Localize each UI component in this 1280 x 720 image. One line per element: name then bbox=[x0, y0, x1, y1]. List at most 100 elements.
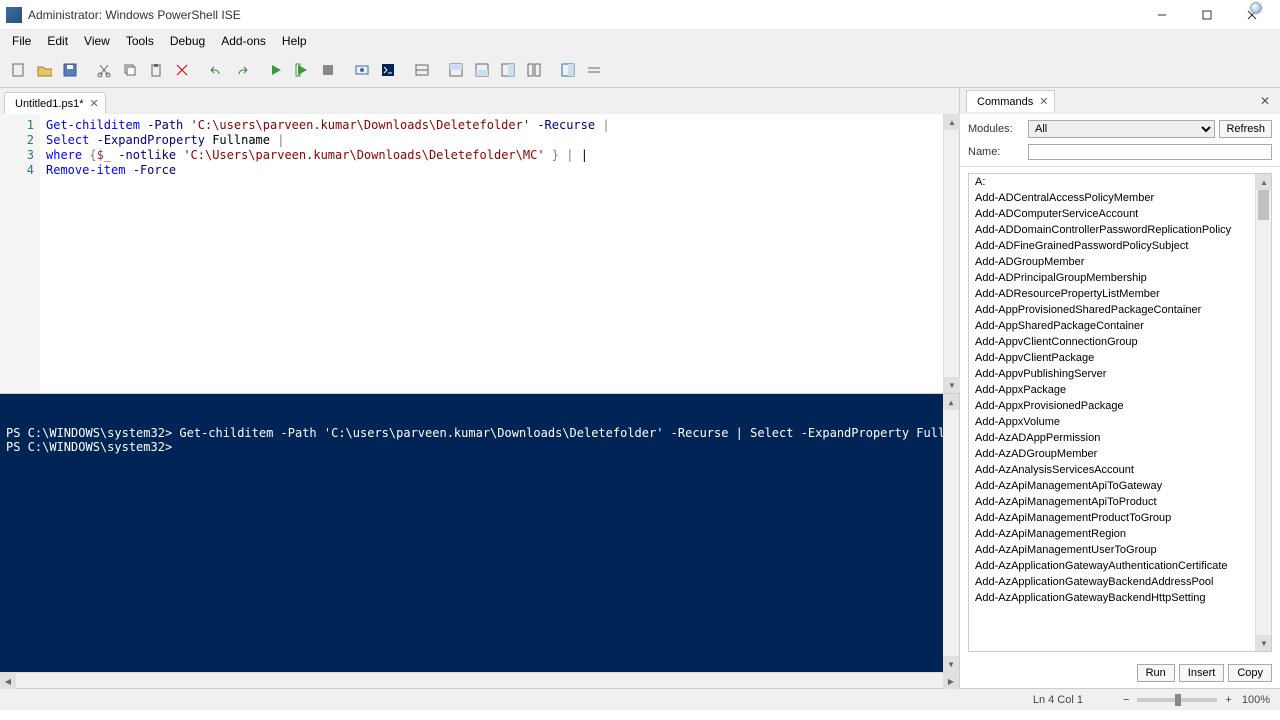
commands-addon-button[interactable] bbox=[556, 58, 580, 82]
run-button[interactable]: Run bbox=[1137, 664, 1175, 682]
commands-tab-close-icon[interactable]: ✕ bbox=[1039, 95, 1048, 108]
menu-file[interactable]: File bbox=[4, 32, 39, 50]
horizontal-scrollbar[interactable]: ◀ ▶ bbox=[0, 672, 959, 688]
command-item[interactable]: Add-AppvPublishingServer bbox=[969, 366, 1255, 382]
commands-tab-label: Commands bbox=[977, 96, 1033, 108]
command-item[interactable]: Add-ADCentralAccessPolicyMember bbox=[969, 190, 1255, 206]
menu-debug[interactable]: Debug bbox=[162, 32, 213, 50]
command-item[interactable]: Add-ADResourcePropertyListMember bbox=[969, 286, 1255, 302]
menu-add-ons[interactable]: Add-ons bbox=[213, 32, 274, 50]
command-item[interactable]: Add-AppvClientPackage bbox=[969, 350, 1255, 366]
run-script-button[interactable] bbox=[264, 58, 288, 82]
command-item[interactable]: Add-AppxProvisionedPackage bbox=[969, 398, 1255, 414]
stop-button[interactable] bbox=[316, 58, 340, 82]
command-item[interactable]: Add-AzApiManagementRegion bbox=[969, 526, 1255, 542]
code-editor[interactable]: Get-childitem -Path 'C:\users\parveen.ku… bbox=[40, 114, 943, 393]
editor-tabs: Untitled1.ps1* ✕ bbox=[0, 88, 959, 114]
command-item[interactable]: Add-AzApiManagementApiToGateway bbox=[969, 478, 1255, 494]
start-powershell-button[interactable] bbox=[376, 58, 400, 82]
command-item[interactable]: Add-AzApiManagementProductToGroup bbox=[969, 510, 1255, 526]
editor-tab[interactable]: Untitled1.ps1* ✕ bbox=[4, 92, 106, 114]
name-input[interactable] bbox=[1028, 144, 1272, 160]
copy-button[interactable]: Copy bbox=[1228, 664, 1272, 682]
modules-select[interactable]: All bbox=[1028, 120, 1215, 138]
show-console-button[interactable] bbox=[470, 58, 494, 82]
editor-vertical-scrollbar[interactable]: ▲ ▼ bbox=[943, 114, 959, 393]
run-selection-button[interactable] bbox=[290, 58, 314, 82]
scroll-down-icon[interactable]: ▼ bbox=[944, 377, 960, 393]
menu-help[interactable]: Help bbox=[274, 32, 315, 50]
tab-close-icon[interactable]: ✕ bbox=[90, 97, 99, 110]
remote-button[interactable] bbox=[350, 58, 374, 82]
scroll-up-icon[interactable]: ▲ bbox=[1256, 174, 1272, 190]
show-script-button[interactable] bbox=[444, 58, 468, 82]
cursor-position: Ln 4 Col 1 bbox=[1033, 694, 1083, 706]
command-item[interactable]: Add-AppxPackage bbox=[969, 382, 1255, 398]
save-file-button[interactable] bbox=[58, 58, 82, 82]
commands-panel: Commands ✕ ✕ Modules: All Refresh Name: … bbox=[960, 88, 1280, 688]
name-label: Name: bbox=[968, 146, 1024, 158]
command-item[interactable]: Add-AzApiManagementApiToProduct bbox=[969, 494, 1255, 510]
open-file-button[interactable] bbox=[32, 58, 56, 82]
command-item[interactable]: Add-ADGroupMember bbox=[969, 254, 1255, 270]
zoom-plus-icon[interactable]: + bbox=[1225, 694, 1231, 706]
zoom-slider[interactable] bbox=[1137, 698, 1217, 702]
split-toggle-icon[interactable] bbox=[1250, 2, 1262, 14]
tab-label: Untitled1.ps1* bbox=[15, 98, 84, 110]
app-icon bbox=[6, 7, 22, 23]
commands-scrollbar[interactable]: ▲ ▼ bbox=[1255, 174, 1271, 651]
statusbar: Ln 4 Col 1 − + 100% bbox=[0, 688, 1280, 710]
insert-button[interactable]: Insert bbox=[1179, 664, 1225, 682]
command-item[interactable]: Add-AppSharedPackageContainer bbox=[969, 318, 1255, 334]
paste-button[interactable] bbox=[144, 58, 168, 82]
scroll-right-icon[interactable]: ▶ bbox=[943, 673, 959, 689]
toggle-outlining-button[interactable] bbox=[410, 58, 434, 82]
command-item[interactable]: Add-AzApplicationGatewayAuthenticationCe… bbox=[969, 558, 1255, 574]
command-item[interactable]: Add-ADComputerServiceAccount bbox=[969, 206, 1255, 222]
zoom-minus-icon[interactable]: − bbox=[1123, 694, 1129, 706]
scrollbar-thumb[interactable] bbox=[1258, 190, 1269, 220]
commands-tab[interactable]: Commands ✕ bbox=[966, 90, 1055, 112]
scroll-down-icon[interactable]: ▼ bbox=[943, 656, 959, 672]
titlebar: Administrator: Windows PowerShell ISE bbox=[0, 0, 1280, 30]
command-item[interactable]: Add-AppxVolume bbox=[969, 414, 1255, 430]
commands-list: A:Add-ADCentralAccessPolicyMemberAdd-ADC… bbox=[968, 173, 1272, 652]
redo-button[interactable] bbox=[230, 58, 254, 82]
undo-button[interactable] bbox=[204, 58, 228, 82]
sync-button[interactable] bbox=[522, 58, 546, 82]
refresh-button[interactable]: Refresh bbox=[1219, 120, 1272, 138]
command-item[interactable]: Add-AzAnalysisServicesAccount bbox=[969, 462, 1255, 478]
command-item[interactable]: Add-AzApplicationGatewayBackendHttpSetti… bbox=[969, 590, 1255, 606]
menu-view[interactable]: View bbox=[76, 32, 118, 50]
show-side-button[interactable] bbox=[496, 58, 520, 82]
command-item[interactable]: Add-ADFineGrainedPasswordPolicySubject bbox=[969, 238, 1255, 254]
console-pane[interactable]: PS C:\WINDOWS\system32> Get-childitem -P… bbox=[0, 394, 959, 672]
delete-button[interactable] bbox=[170, 58, 194, 82]
scroll-left-icon[interactable]: ◀ bbox=[0, 673, 16, 689]
command-item[interactable]: Add-AppvClientConnectionGroup bbox=[969, 334, 1255, 350]
command-item[interactable]: Add-ADDomainControllerPasswordReplicatio… bbox=[969, 222, 1255, 238]
scroll-up-icon[interactable]: ▲ bbox=[944, 114, 960, 130]
console-vertical-scrollbar[interactable]: ▲ ▼ bbox=[943, 394, 959, 672]
minimize-button[interactable] bbox=[1139, 1, 1184, 29]
menu-edit[interactable]: Edit bbox=[39, 32, 76, 50]
options-button[interactable] bbox=[582, 58, 606, 82]
panel-close-icon[interactable]: ✕ bbox=[1256, 94, 1274, 108]
command-item[interactable]: Add-ADPrincipalGroupMembership bbox=[969, 270, 1255, 286]
command-item[interactable]: A: bbox=[969, 174, 1255, 190]
cut-button[interactable] bbox=[92, 58, 116, 82]
scroll-up-icon[interactable]: ▲ bbox=[943, 394, 959, 410]
command-item[interactable]: Add-AzApiManagementUserToGroup bbox=[969, 542, 1255, 558]
command-item[interactable]: Add-AzApplicationGatewayBackendAddressPo… bbox=[969, 574, 1255, 590]
scroll-down-icon[interactable]: ▼ bbox=[1256, 635, 1272, 651]
menu-tools[interactable]: Tools bbox=[118, 32, 162, 50]
editor-pane: 1234 Get-childitem -Path 'C:\users\parve… bbox=[0, 114, 959, 394]
command-item[interactable]: Add-AzADGroupMember bbox=[969, 446, 1255, 462]
command-item[interactable]: Add-AzADAppPermission bbox=[969, 430, 1255, 446]
copy-button[interactable] bbox=[118, 58, 142, 82]
menubar: FileEditViewToolsDebugAdd-onsHelp bbox=[0, 30, 1280, 52]
maximize-button[interactable] bbox=[1184, 1, 1229, 29]
new-file-button[interactable] bbox=[6, 58, 30, 82]
line-gutter: 1234 bbox=[0, 114, 40, 393]
command-item[interactable]: Add-AppProvisionedSharedPackageContainer bbox=[969, 302, 1255, 318]
